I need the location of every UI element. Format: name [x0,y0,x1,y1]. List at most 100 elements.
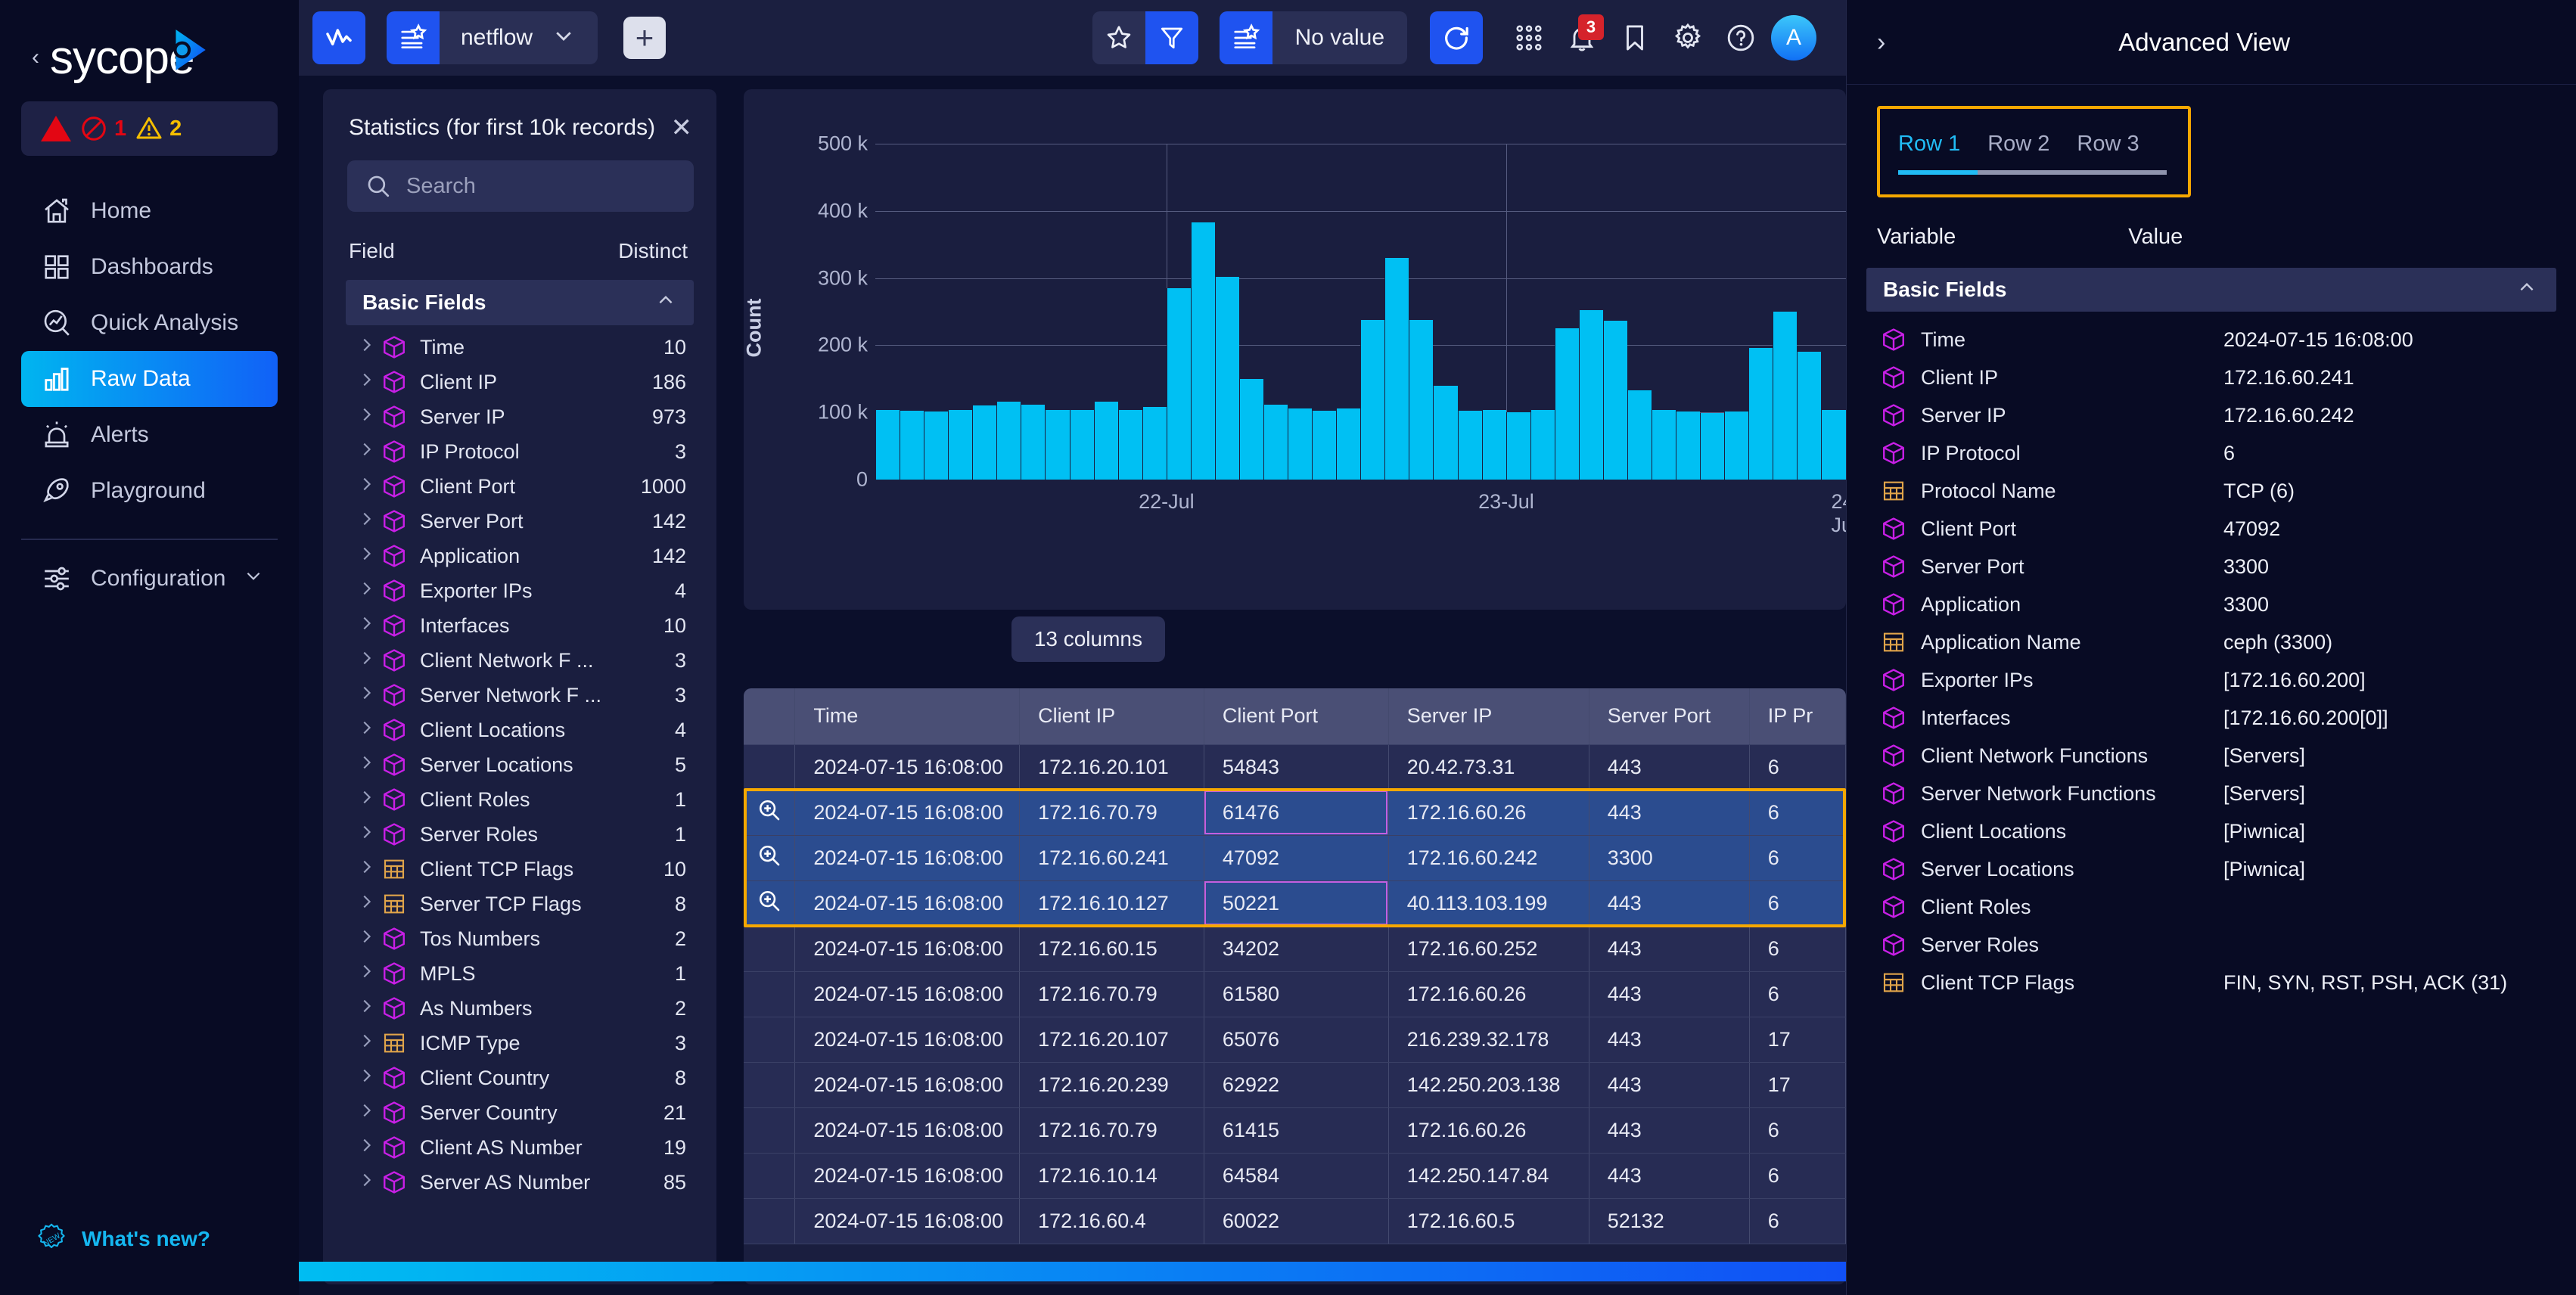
chevron-right-icon[interactable]: › [1877,30,1885,55]
chevron-right-icon[interactable] [358,1033,379,1054]
table-cell[interactable]: 172.16.20.101 [1019,744,1204,790]
chevron-right-icon[interactable] [358,754,379,775]
sidebar-item-quick-analysis[interactable]: Quick Analysis [21,295,278,351]
chevron-right-icon[interactable] [358,1172,379,1193]
field-row[interactable]: Server IP 973 [323,399,716,434]
table-cell[interactable]: 142.250.203.138 [1388,1062,1589,1108]
chevron-right-icon[interactable] [358,893,379,915]
table-cell[interactable]: 60022 [1204,1198,1389,1244]
chart-bar[interactable] [1627,390,1652,480]
chart-bar[interactable] [1457,410,1482,480]
chart-bar[interactable] [1652,409,1676,480]
chart-bar[interactable] [1093,402,1118,480]
table-cell[interactable]: 47092 [1204,835,1389,881]
chart-bar[interactable] [1288,408,1313,480]
field-row[interactable]: Server Roles 1 [323,817,716,852]
chart-bar[interactable] [1602,321,1627,480]
dataset-tab-label[interactable]: netflow [440,25,552,51]
activity-icon[interactable] [312,11,365,64]
table-cell[interactable]: 61476 [1204,790,1389,836]
field-row[interactable]: Server TCP Flags 8 [323,887,716,921]
table-cell[interactable]: 172.16.60.252 [1388,926,1589,972]
chevron-right-icon[interactable] [358,963,379,984]
table-cell[interactable]: 2024-07-15 16:08:00 [794,1153,1021,1199]
field-row[interactable]: Tos Numbers 2 [323,921,716,956]
field-row[interactable]: Client AS Number 19 [323,1130,716,1165]
chevron-down-icon[interactable] [552,24,598,52]
view-value-label[interactable]: No value [1272,25,1407,51]
table-cell[interactable]: 172.16.60.4 [1019,1198,1204,1244]
table-cell[interactable]: 34202 [1204,926,1389,972]
sidebar-item-configuration[interactable]: Configuration [21,551,278,607]
table-cell[interactable]: 64584 [1204,1153,1389,1199]
chevron-right-icon[interactable] [358,1137,379,1158]
table-row[interactable]: 2024-07-15 16:08:00 172.16.70.79 61415 172.… [744,1107,1846,1154]
table-cell[interactable]: 443 [1589,880,1750,927]
table-row[interactable]: 2024-07-15 16:08:00 172.16.70.79 61580 172.… [744,971,1846,1017]
table-cell[interactable]: 172.16.60.26 [1388,790,1589,836]
table-row[interactable]: 2024-07-15 16:08:00 172.16.60.4 60022 172.1… [744,1198,1846,1244]
table-cell[interactable]: 172.16.70.79 [1019,790,1204,836]
table-cell[interactable]: 172.16.20.239 [1019,1062,1204,1108]
table-column-header[interactable]: Client Port [1204,688,1389,745]
advanced-group-basic-fields[interactable]: Basic Fields [1866,268,2556,312]
chevron-right-icon[interactable] [358,719,379,741]
table-column-header[interactable]: Client IP [1019,688,1204,745]
chart-bar[interactable] [1530,409,1555,480]
row-tab[interactable]: Row 3 [2077,132,2139,157]
chart-bar[interactable] [996,402,1021,480]
field-row[interactable]: ICMP Type 3 [323,1026,716,1061]
chevron-right-icon[interactable] [358,337,379,358]
chevron-right-icon[interactable] [358,859,379,880]
timeline-chart[interactable]: Count 0 100 k 200 k 300 k 400 k 500 k 22-Jul 2… [744,89,1846,551]
table-cell[interactable]: 17 [1749,1017,1846,1063]
chart-bar[interactable] [1312,410,1337,480]
chart-bar[interactable] [1481,409,1506,480]
chart-bar[interactable] [1676,411,1701,480]
table-column-header[interactable]: Time [794,688,1021,745]
chart-bar[interactable] [924,411,949,480]
chart-bar[interactable] [1336,408,1361,480]
add-tab-button[interactable]: + [623,17,667,59]
chart-bar[interactable] [1142,407,1167,480]
chart-bar[interactable] [1384,257,1409,480]
table-cell[interactable]: 2024-07-15 16:08:00 [794,1062,1021,1108]
table-row[interactable]: 2024-07-15 16:08:00 172.16.10.14 64584 142.… [744,1153,1846,1199]
table-cell[interactable]: 443 [1589,744,1750,790]
field-row[interactable]: Server Port 142 [323,504,716,539]
sidebar-item-playground[interactable]: Playground [21,463,278,519]
bookmark-icon[interactable] [1608,11,1661,64]
chart-bar[interactable] [1506,412,1530,480]
table-cell[interactable]: 172.16.20.107 [1019,1017,1204,1063]
refresh-icon[interactable] [1430,11,1483,64]
field-row[interactable]: Client Network F ... 3 [323,643,716,678]
table-cell[interactable]: 40.113.103.199 [1388,880,1589,927]
chevron-right-icon[interactable] [358,928,379,949]
saved-view-icon[interactable] [1219,11,1272,64]
table-cell[interactable]: 54843 [1204,744,1389,790]
field-row[interactable]: As Numbers 2 [323,991,716,1026]
chevron-right-icon[interactable] [358,406,379,427]
chevron-right-icon[interactable] [358,685,379,706]
table-cell[interactable]: 2024-07-15 16:08:00 [794,1198,1021,1244]
magnify-plus-icon[interactable] [744,880,796,927]
chart-bar[interactable] [1578,310,1603,480]
whats-new-button[interactable]: NEW What's new? [35,1222,210,1256]
chevron-right-icon[interactable] [358,789,379,810]
table-row[interactable]: 2024-07-15 16:08:00 172.16.70.79 61476 172.… [744,790,1846,836]
chart-bar[interactable] [1554,328,1579,480]
magnify-plus-icon[interactable] [744,835,796,881]
chevron-right-icon[interactable] [358,650,379,671]
chart-bar[interactable] [1117,409,1142,480]
field-row[interactable]: Server Country 21 [323,1095,716,1130]
table-cell[interactable]: 6 [1749,971,1846,1017]
chevron-right-icon[interactable] [358,824,379,845]
table-cell[interactable]: 172.16.60.26 [1388,971,1589,1017]
avatar[interactable]: A [1767,11,1820,64]
field-row[interactable]: Interfaces 10 [323,608,716,643]
table-cell[interactable]: 443 [1589,1107,1750,1154]
sidebar-item-dashboards[interactable]: Dashboards [21,239,278,295]
chevron-right-icon[interactable] [358,511,379,532]
field-row[interactable]: Client Port 1000 [323,469,716,504]
table-cell[interactable]: 17 [1749,1062,1846,1108]
